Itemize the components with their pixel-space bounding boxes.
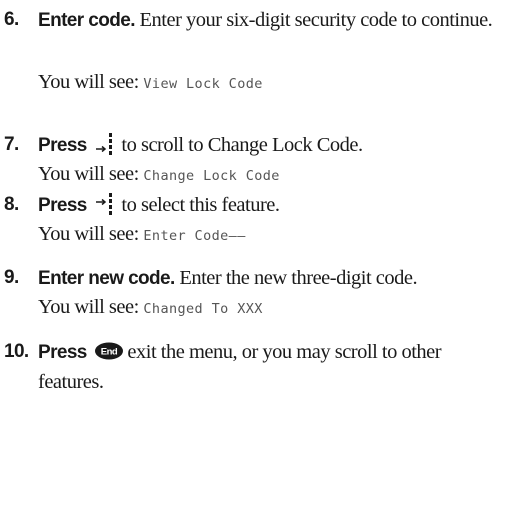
see-label: You will see: [38, 223, 139, 245]
step-text: to select this feature. [121, 194, 280, 216]
display-line: You will see: View Lock Code [38, 68, 263, 98]
screen-text: Enter Code—— [143, 228, 246, 244]
step-text: Enter your six-digit security code to co… [134, 9, 493, 31]
step-instruction: Enter new code. Enter the new three-digi… [38, 264, 508, 293]
end-key-icon: End [94, 340, 124, 368]
step-lead: Press [38, 195, 87, 216]
step-instruction: Enter code. Enter your six-digit securit… [38, 6, 508, 35]
step-instruction: Press End exit the menu, or you may scro… [38, 338, 508, 396]
step-text: to scroll to Change Lock Code. [121, 134, 363, 156]
display-line: You will see: Change Lock Code [38, 160, 280, 190]
step-lead: Press [38, 342, 87, 363]
step-number: 9. [4, 267, 19, 288]
select-key-icon [93, 193, 119, 223]
step-lead: Press [38, 135, 87, 156]
step-number: 7. [4, 134, 19, 155]
scroll-down-key-icon [93, 133, 119, 163]
step-instruction: Press to select this feature. [38, 191, 508, 223]
see-label: You will see: [38, 296, 139, 318]
step-text: Enter the new three-digit code. [174, 267, 418, 289]
step-lead: Enter code. [38, 10, 135, 31]
step-number: 10. [4, 341, 29, 362]
step-number: 6. [4, 9, 19, 30]
display-line: You will see: Changed To XXX [38, 293, 263, 323]
svg-text:End: End [101, 347, 118, 358]
screen-text: Changed To XXX [143, 301, 263, 317]
step-lead: Enter new code. [38, 268, 175, 289]
screen-text: View Lock Code [143, 76, 263, 92]
see-label: You will see: [38, 163, 139, 185]
step-number: 8. [4, 194, 19, 215]
screen-text: Change Lock Code [143, 168, 280, 184]
display-line: You will see: Enter Code—— [38, 220, 246, 250]
step-instruction: Press to scroll to Change Lock Code. [38, 131, 508, 163]
see-label: You will see: [38, 71, 139, 93]
